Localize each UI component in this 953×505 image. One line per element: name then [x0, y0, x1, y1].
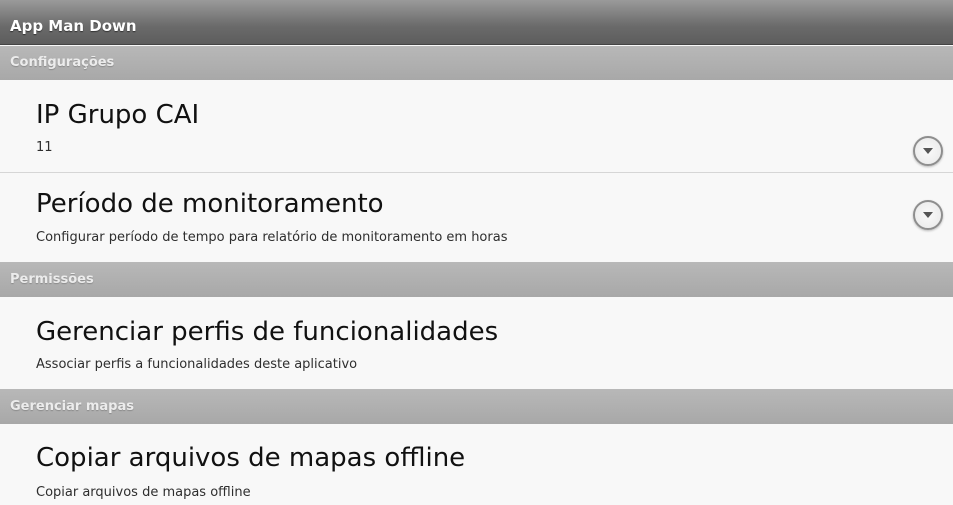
pref-summary: Copiar arquivos de mapas offline — [36, 485, 251, 500]
pref-summary: 11 — [36, 140, 53, 155]
pref-gerenciar-perfis[interactable]: Gerenciar perfis de funcionalidades Asso… — [0, 297, 953, 389]
pref-title: Copiar arquivos de mapas offline — [36, 443, 466, 473]
section-label: Configurações — [10, 55, 115, 70]
pref-periodo-monitoramento[interactable]: Período de monitoramento Configurar perí… — [0, 173, 953, 262]
section-header-gerenciar-mapas: Gerenciar mapas — [0, 389, 953, 424]
section-label: Permissões — [10, 272, 94, 287]
pref-copiar-mapas[interactable]: Copiar arquivos de mapas offline Copiar … — [0, 424, 953, 505]
pref-summary: Associar perfis a funcionalidades deste … — [36, 357, 358, 372]
pref-summary: Configurar período de tempo para relatór… — [36, 230, 508, 245]
title-bar: App Man Down — [0, 0, 953, 45]
pref-title: IP Grupo CAI — [36, 100, 200, 130]
dropdown-arrow-icon[interactable] — [913, 200, 943, 230]
dropdown-arrow-icon[interactable] — [913, 136, 943, 166]
pref-title: Gerenciar perfis de funcionalidades — [36, 317, 499, 347]
pref-title: Período de monitoramento — [36, 189, 384, 219]
pref-ip-grupo-cai[interactable]: IP Grupo CAI 11 — [0, 80, 953, 172]
section-label: Gerenciar mapas — [10, 399, 134, 414]
app-title: App Man Down — [10, 17, 137, 35]
section-header-configuracoes: Configurações — [0, 46, 953, 80]
section-header-permissoes: Permissões — [0, 262, 953, 297]
